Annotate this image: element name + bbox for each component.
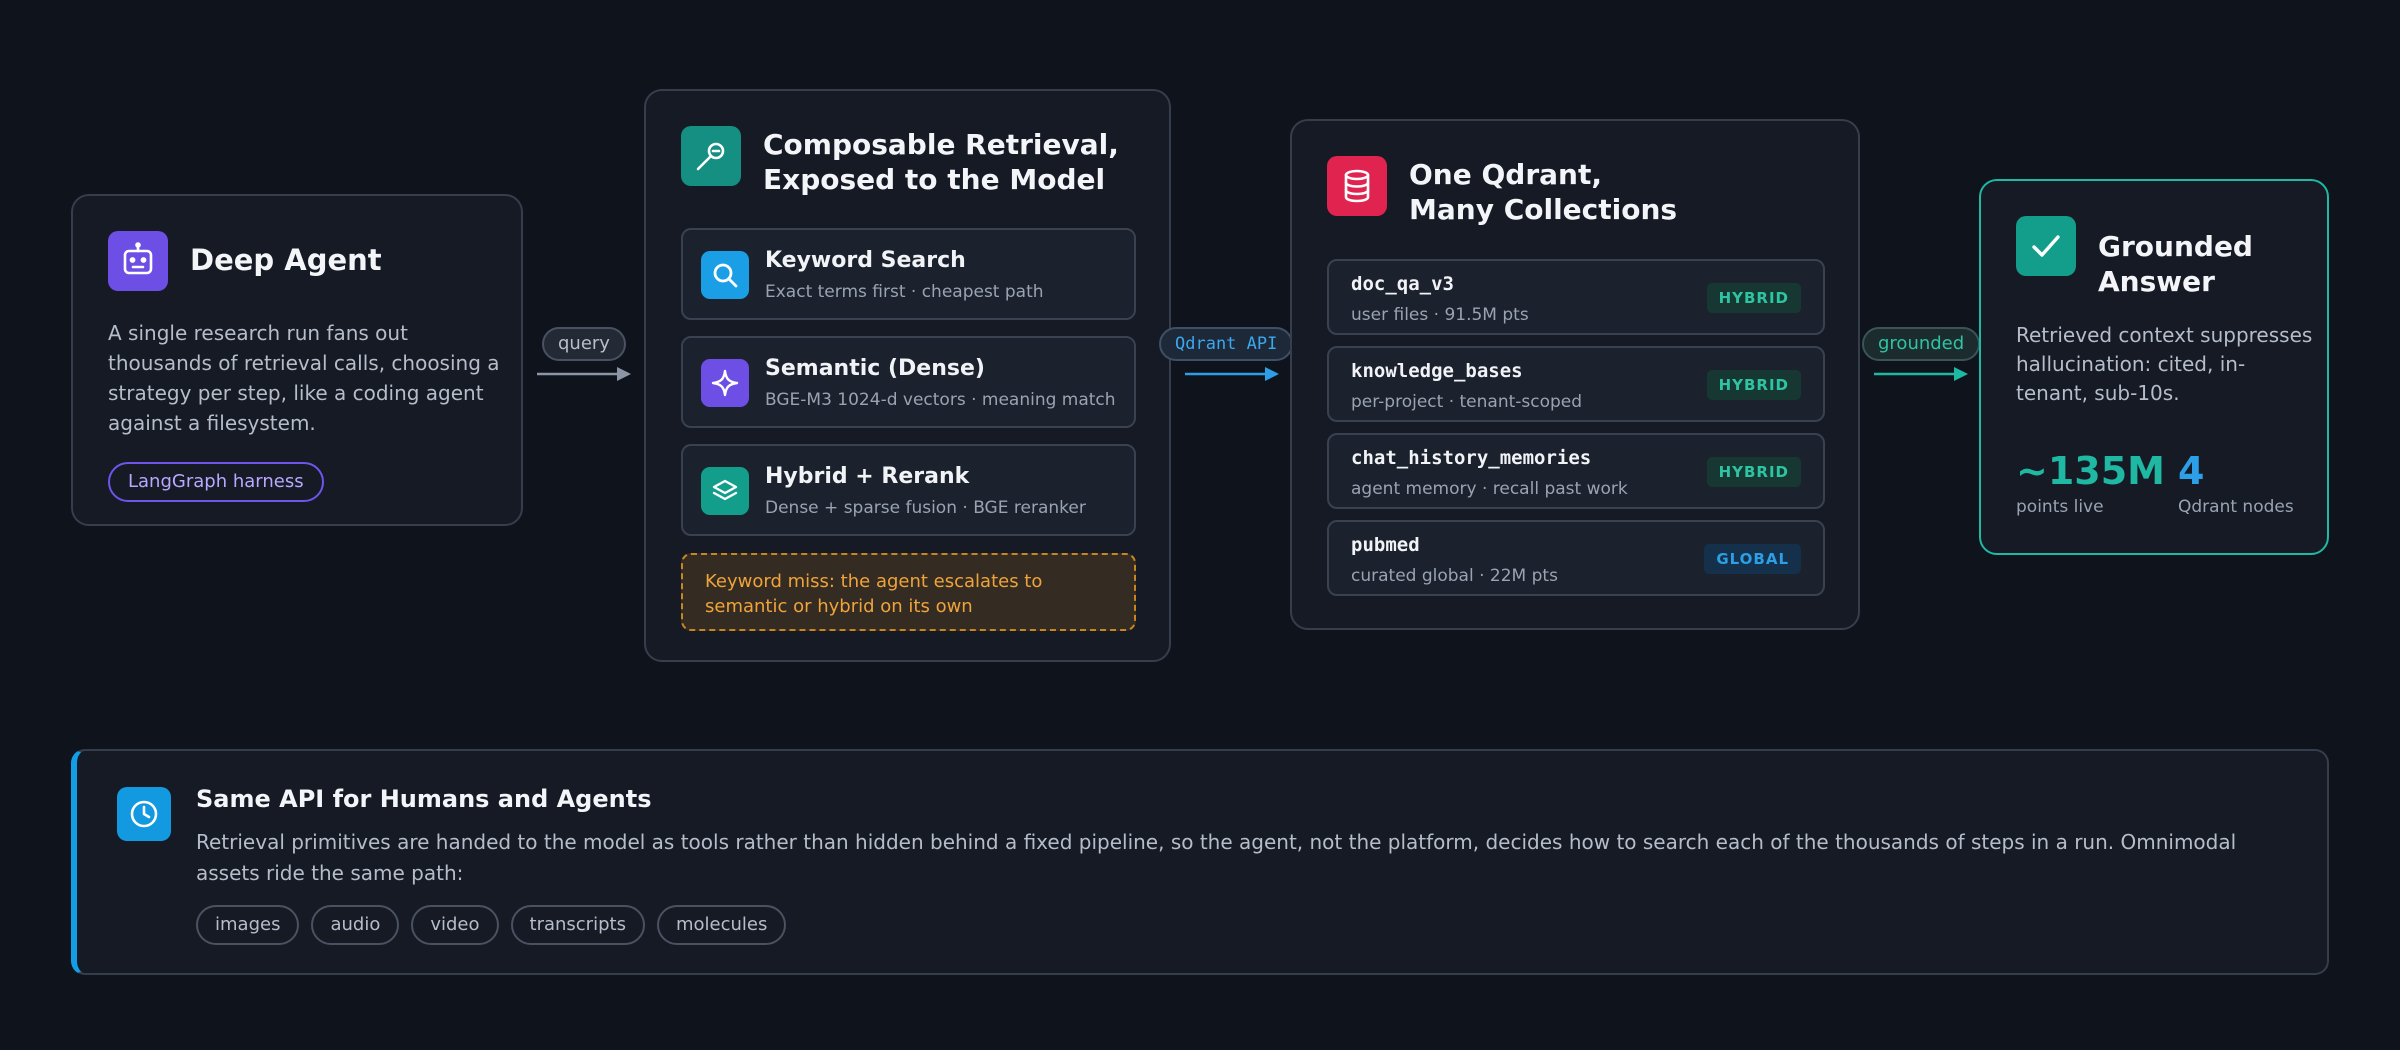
qdrant-card: One Qdrant, Many Collections doc_qa_v3 u… [1290,119,1860,630]
tag-molecules: molecules [656,905,787,945]
wand-icon [681,126,741,186]
retrieval-title-line1: Composable Retrieval, [763,128,1119,161]
tag-transcripts: transcripts [510,905,645,945]
qdrant-title-line1: One Qdrant, [1409,158,1602,191]
qdrant-nodes-label: Qdrant nodes [2178,497,2294,517]
tag-images: images [196,905,300,945]
robot-icon [108,231,168,291]
grounded-title-line2: Answer [2098,265,2215,298]
clock-icon [117,787,171,841]
grounded-description: Retrieved context suppresses hallucinati… [2016,323,2313,405]
tool-name: Hybrid + Rerank [765,464,970,489]
retrieval-card: Composable Retrieval, Exposed to the Mod… [644,89,1171,662]
query-label: query [542,327,626,361]
tool-subtitle: Exact terms first · cheapest path [765,282,1044,302]
qdrant-title: One Qdrant, Many Collections [1409,157,1809,227]
tag-video: video [411,905,499,945]
retrieval-title-line2: Exposed to the Model [763,163,1106,196]
collection-subtitle: curated global · 22M pts [1351,566,1558,586]
points-live-label: points live [2016,497,2104,517]
tool-hybrid-rerank: Hybrid + Rerank Dense + sparse fusion · … [681,444,1136,536]
same-api-banner: Same API for Humans and Agents Retrieval… [71,749,2329,975]
tool-keyword-search: Keyword Search Exact terms first · cheap… [681,228,1136,320]
collection-name: knowledge_bases [1351,360,1523,382]
collection-subtitle: agent memory · recall past work [1351,479,1628,499]
api-arrow [1185,367,1279,381]
asset-tags: images audio video transcripts molecules [196,905,787,945]
deep-agent-card: Deep Agent A single research run fans ou… [71,194,523,526]
collection-badge: GLOBAL [1704,544,1801,574]
collection-badge: HYBRID [1706,457,1801,487]
keyword-miss-note: Keyword miss: the agent escalates to sem… [681,553,1136,631]
collection-name: doc_qa_v3 [1351,273,1454,295]
grounded-label: grounded [1862,327,1981,361]
grounded-title-line1: Grounded [2098,230,2253,263]
collection-subtitle: per-project · tenant-scoped [1351,392,1583,412]
banner-description: Retrieval primitives are handed to the m… [196,830,2237,885]
search-icon [701,251,749,299]
collection-badge: HYBRID [1706,370,1801,400]
qdrant-title-line2: Many Collections [1409,193,1678,226]
collection-subtitle: user files · 91.5M pts [1351,305,1529,325]
langgraph-tag: LangGraph harness [108,462,324,502]
collection-item: knowledge_bases per-project · tenant-sco… [1327,346,1825,422]
collection-item: pubmed curated global · 22M pts GLOBAL [1327,520,1825,596]
database-icon [1327,156,1387,216]
qdrant-api-label: Qdrant API [1159,327,1294,361]
collection-name: pubmed [1351,534,1420,556]
tool-semantic-dense: Semantic (Dense) BGE-M3 1024-d vectors ·… [681,336,1136,428]
qdrant-nodes-value: 4 [2178,449,2205,493]
checkmark-icon [2016,216,2076,276]
collection-item: chat_history_memories agent memory · rec… [1327,433,1825,509]
sparkle-icon [701,359,749,407]
collection-name: chat_history_memories [1351,447,1592,469]
tool-name: Semantic (Dense) [765,356,985,381]
points-live-value: ~135M [2016,449,2165,493]
grounded-answer-card: Grounded Answer Retrieved context suppre… [1979,179,2329,555]
retrieval-title: Composable Retrieval, Exposed to the Mod… [763,127,1143,197]
tool-subtitle: BGE-M3 1024-d vectors · meaning match [765,390,1116,410]
tool-name: Keyword Search [765,248,966,273]
grounded-arrow [1874,367,1968,381]
deep-agent-description: A single research run fans out thousands… [108,321,500,435]
collection-badge: HYBRID [1706,283,1801,313]
deep-agent-title: Deep Agent [190,243,382,277]
tool-subtitle: Dense + sparse fusion · BGE reranker [765,498,1086,518]
collection-item: doc_qa_v3 user files · 91.5M pts HYBRID [1327,259,1825,335]
query-arrow [537,367,631,381]
banner-title: Same API for Humans and Agents [196,785,652,813]
tag-audio: audio [311,905,400,945]
grounded-title: Grounded Answer [2098,229,2318,299]
layers-icon [701,467,749,515]
